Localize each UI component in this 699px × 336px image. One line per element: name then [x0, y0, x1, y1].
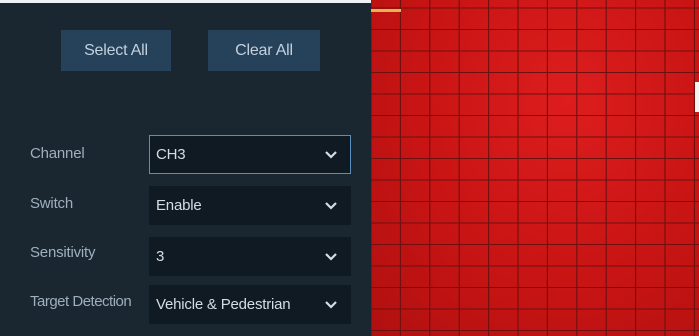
channel-label: Channel: [30, 145, 85, 162]
settings-panel: Select All Clear All Channel CH3 Switch …: [0, 0, 371, 336]
chevron-down-icon: [320, 249, 342, 265]
grid-lines[interactable]: [371, 0, 699, 336]
chevron-down-icon: [320, 198, 342, 214]
clear-all-button[interactable]: Clear All: [208, 30, 320, 71]
target-detection-label: Target Detection: [30, 293, 132, 310]
motion-detection-screen: Select All Clear All Channel CH3 Switch …: [0, 0, 699, 336]
target-detection-select[interactable]: Vehicle & Pedestrian: [149, 285, 351, 324]
channel-select[interactable]: CH3: [149, 135, 351, 174]
target-detection-value: Vehicle & Pedestrian: [156, 296, 291, 313]
switch-select[interactable]: Enable: [149, 186, 351, 225]
detection-area-grid[interactable]: [371, 0, 699, 336]
switch-value: Enable: [156, 197, 202, 214]
chevron-down-icon: [320, 147, 342, 163]
sensitivity-label: Sensitivity: [30, 244, 96, 261]
switch-label: Switch: [30, 195, 73, 212]
select-all-button[interactable]: Select All: [61, 30, 171, 71]
grid-corner-marker: [371, 0, 401, 12]
edge-handle[interactable]: [695, 82, 699, 112]
chevron-down-icon: [320, 297, 342, 313]
sensitivity-value: 3: [156, 248, 165, 265]
channel-value: CH3: [156, 146, 186, 163]
sensitivity-select[interactable]: 3: [149, 237, 351, 276]
